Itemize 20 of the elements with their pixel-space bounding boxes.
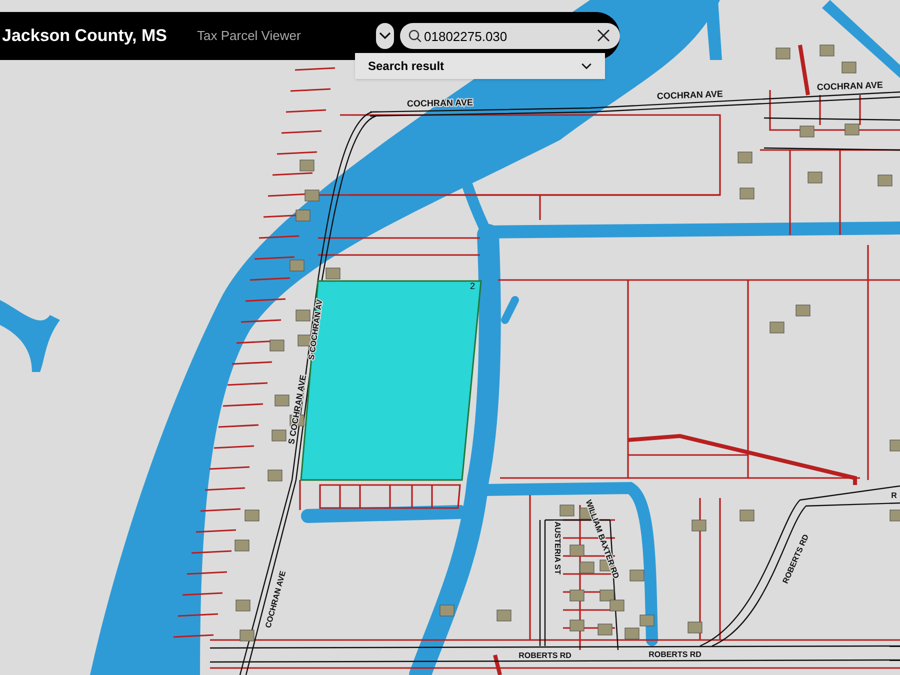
street-label: S COCHRAN AV — [306, 298, 324, 360]
search-results-label: Search result — [368, 58, 444, 75]
street-label: ROBERTS RD — [518, 651, 572, 660]
canal — [705, 0, 722, 60]
street-label: AUSTERIA ST — [553, 521, 562, 575]
parcel-number: 2 — [470, 281, 476, 291]
dropdown-button[interactable] — [376, 23, 394, 49]
chevron-down-icon — [378, 32, 391, 40]
chevron-down-icon — [581, 62, 592, 70]
street-label: COCHRAN AVE — [816, 80, 884, 92]
search-icon — [408, 29, 422, 43]
close-icon[interactable] — [597, 29, 610, 42]
street-label: ROBERTS RD — [648, 650, 702, 659]
search-results-panel[interactable]: Search result — [355, 53, 605, 79]
app-title: Jackson County, MS — [1, 25, 167, 48]
street-label: R — [891, 491, 897, 500]
river-branch — [0, 300, 60, 372]
street-label: COCHRAN AVE — [656, 88, 724, 102]
search-field[interactable]: 01802275.030 — [400, 23, 620, 49]
app-subtitle: Tax Parcel Viewer — [197, 27, 301, 46]
